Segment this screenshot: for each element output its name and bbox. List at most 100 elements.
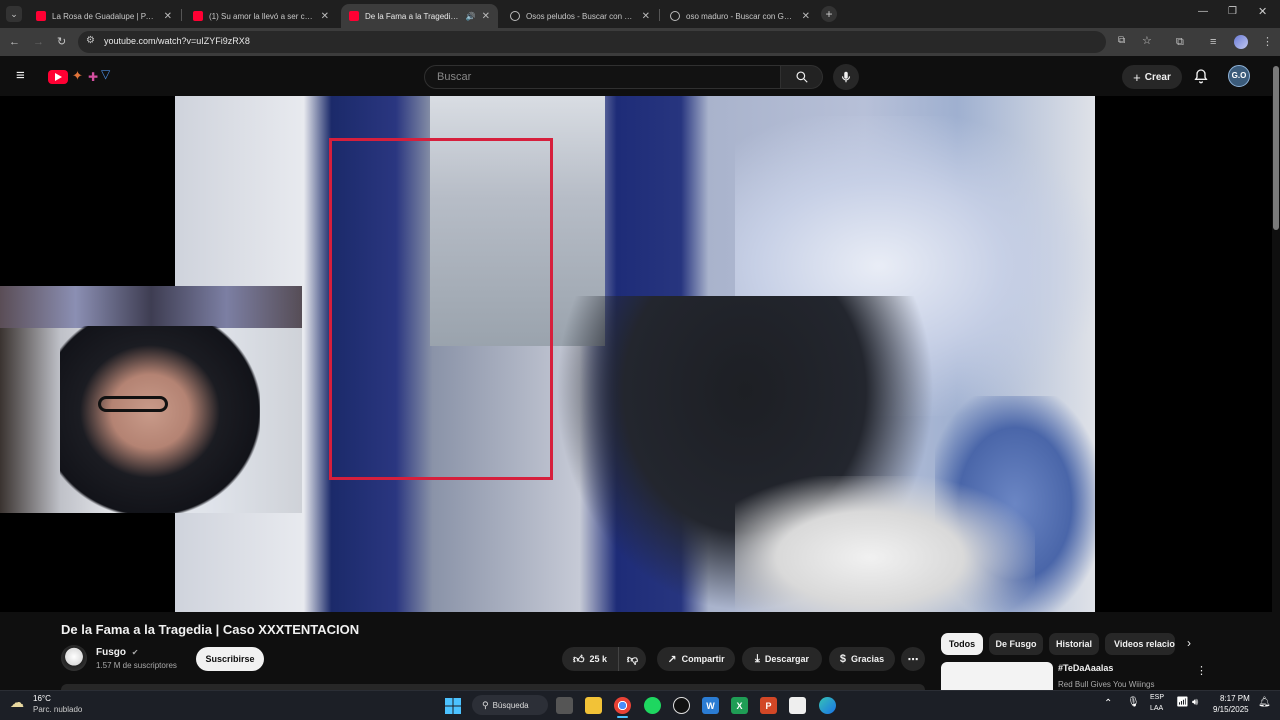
browser-tab-strip: ⌄ La Rosa de Guadalupe | PARA ✕ (1) Su a…	[0, 0, 1280, 28]
site-info-icon[interactable]: ⚙	[86, 35, 95, 46]
clock-date[interactable]: 9/15/2025	[1213, 705, 1249, 714]
language-top[interactable]: ESP	[1150, 694, 1164, 701]
back-arrow-icon[interactable]: ←	[9, 34, 20, 50]
video-frame[interactable]	[175, 96, 1095, 612]
powerpoint-icon[interactable]: P	[760, 697, 777, 714]
more-horizontal-icon: ⋯	[907, 653, 919, 666]
chevron-up-icon[interactable]: ⌃	[1104, 698, 1112, 709]
bookmark-star-icon[interactable]: ☆	[1142, 34, 1152, 47]
close-icon[interactable]: ✕	[802, 11, 810, 22]
notifications-bell-icon[interactable]	[1193, 68, 1209, 84]
voice-search-button[interactable]	[833, 64, 859, 90]
scrollbar-thumb[interactable]	[1273, 66, 1279, 230]
weather-cloud-icon[interactable]: ☁	[10, 694, 24, 711]
url-text[interactable]: youtube.com/watch?v=uIZYFi9zRX8	[104, 36, 250, 46]
more-vertical-icon[interactable]: ⋮	[1196, 664, 1207, 677]
audio-icon[interactable]: 🔊	[466, 12, 476, 21]
excel-icon[interactable]: X	[731, 697, 748, 714]
subscribe-label: Suscribirse	[205, 654, 255, 664]
install-app-icon[interactable]: ⧉	[1118, 35, 1125, 46]
chrome-menu-icon[interactable]: ⋮	[1262, 34, 1273, 50]
forward-arrow-icon[interactable]: →	[33, 34, 44, 50]
store-icon[interactable]	[789, 697, 806, 714]
tab-search-icon[interactable]: ⌄	[6, 6, 22, 22]
recommended-channel[interactable]: Red Bull Gives You Wiiings	[1058, 680, 1155, 689]
like-button[interactable]: 👍︎ 25 k	[562, 647, 618, 671]
chip-label: Todos	[948, 639, 976, 649]
close-icon[interactable]: ✕	[482, 11, 490, 22]
chip-de-fusgo[interactable]: De Fusgo	[989, 633, 1043, 655]
new-tab-icon[interactable]: +	[821, 6, 837, 22]
video-scene-white-shirt	[735, 476, 1035, 612]
tab-3-active[interactable]: De la Fama a la Tragedia | C 🔊 ✕	[341, 4, 498, 28]
tab-2[interactable]: (1) Su amor la llevó a ser crim ✕	[185, 4, 337, 28]
task-view-icon[interactable]	[556, 697, 573, 714]
thanks-label: Gracias	[851, 654, 885, 664]
extensions-icon[interactable]: ⧉	[1176, 34, 1184, 50]
chip-historial[interactable]: Historial	[1049, 633, 1099, 655]
account-avatar[interactable]: G.O	[1228, 65, 1250, 87]
microphone-icon	[841, 71, 851, 83]
channel-avatar[interactable]	[61, 645, 87, 671]
microphone-icon[interactable]: 🎙︎	[1127, 697, 1140, 708]
close-icon[interactable]: ✕	[642, 11, 650, 22]
profile-avatar[interactable]	[1234, 35, 1248, 49]
search-input[interactable]: Buscar	[424, 65, 781, 89]
weather-temp[interactable]: 16°C	[33, 694, 51, 703]
tab-4[interactable]: Osos peludos - Buscar con Goo ✕	[502, 4, 658, 28]
tab-1[interactable]: La Rosa de Guadalupe | PARA ✕	[28, 4, 180, 28]
close-window-icon[interactable]: ✕	[1258, 5, 1267, 18]
recommended-title[interactable]: #TeDaAaalas	[1058, 663, 1113, 673]
video-title: De la Fama a la Tragedia | Caso XXXTENTA…	[61, 622, 360, 637]
tab-5[interactable]: oso maduro - Buscar con Goog ✕	[662, 4, 818, 28]
windows-start-icon[interactable]	[444, 697, 461, 714]
channel-name[interactable]: Fusgo ✔	[96, 647, 138, 658]
download-button[interactable]: ⤓ Descargar	[742, 647, 822, 671]
thumbs-down-icon: 👎︎	[626, 653, 639, 666]
close-icon[interactable]: ✕	[321, 11, 329, 22]
notification-bell-icon[interactable]: 🔔︎	[1258, 697, 1271, 708]
chrome-icon[interactable]	[614, 697, 631, 714]
word-icon[interactable]: W	[702, 697, 719, 714]
language-bottom[interactable]: LAA	[1150, 705, 1163, 712]
spotify-icon[interactable]	[644, 697, 661, 714]
clock-time[interactable]: 8:17 PM	[1220, 694, 1250, 703]
subscribe-button[interactable]: Suscribirse	[196, 647, 264, 671]
github-icon[interactable]	[673, 697, 690, 714]
chevron-right-icon[interactable]: ›	[1187, 636, 1191, 650]
hamburger-menu-icon[interactable]: ≡	[16, 67, 25, 84]
youtube-logo[interactable]: ✦ ✚ ▽	[48, 67, 114, 84]
address-bar[interactable]: ⚙ youtube.com/watch?v=uIZYFi9zRX8 ⧉ ☆	[78, 31, 1152, 53]
video-player[interactable]	[0, 96, 1272, 612]
share-button[interactable]: ↗ Compartir	[657, 647, 735, 671]
tab-label: (1) Su amor la llevó a ser crim	[209, 11, 315, 21]
minimize-icon[interactable]: —	[1198, 6, 1208, 17]
more-actions-button[interactable]: ⋯	[901, 647, 925, 671]
search-button[interactable]	[781, 65, 823, 89]
volume-icon[interactable]: 🔊︎	[1192, 697, 1198, 708]
create-button[interactable]: + Crear	[1122, 65, 1182, 89]
tab-label: De la Fama a la Tragedia | C	[365, 11, 462, 21]
taskbar-search[interactable]: ⚲ Búsqueda	[472, 695, 548, 715]
weather-desc[interactable]: Parc. nublado	[33, 705, 82, 714]
thumbs-up-icon: 👍︎	[572, 653, 585, 666]
recommended-thumbnail[interactable]	[941, 662, 1053, 690]
search-placeholder: Buscar	[437, 71, 472, 83]
file-explorer-icon[interactable]	[585, 697, 602, 714]
like-count: 25 k	[589, 654, 608, 664]
chip-todos[interactable]: Todos	[941, 633, 983, 655]
edge-icon[interactable]	[819, 697, 836, 714]
reload-icon[interactable]: ↻	[57, 34, 66, 50]
page-scrollbar[interactable]	[1272, 56, 1280, 688]
thanks-button[interactable]: $ Gracias	[829, 647, 895, 671]
dislike-button[interactable]: 👎︎	[618, 647, 646, 671]
reading-list-icon[interactable]: ≡	[1210, 34, 1216, 50]
webcam-glasses	[98, 396, 168, 412]
close-icon[interactable]: ✕	[164, 11, 172, 22]
chip-label: Historial	[1056, 639, 1093, 649]
chip-videos-relacionados[interactable]: Videos relacio	[1105, 633, 1175, 655]
wifi-icon[interactable]: 📶︎	[1176, 697, 1189, 708]
maximize-icon[interactable]: ❐	[1228, 6, 1237, 17]
windows-logo-icon	[444, 697, 461, 714]
channel-name-text[interactable]: Fusgo	[96, 647, 126, 658]
